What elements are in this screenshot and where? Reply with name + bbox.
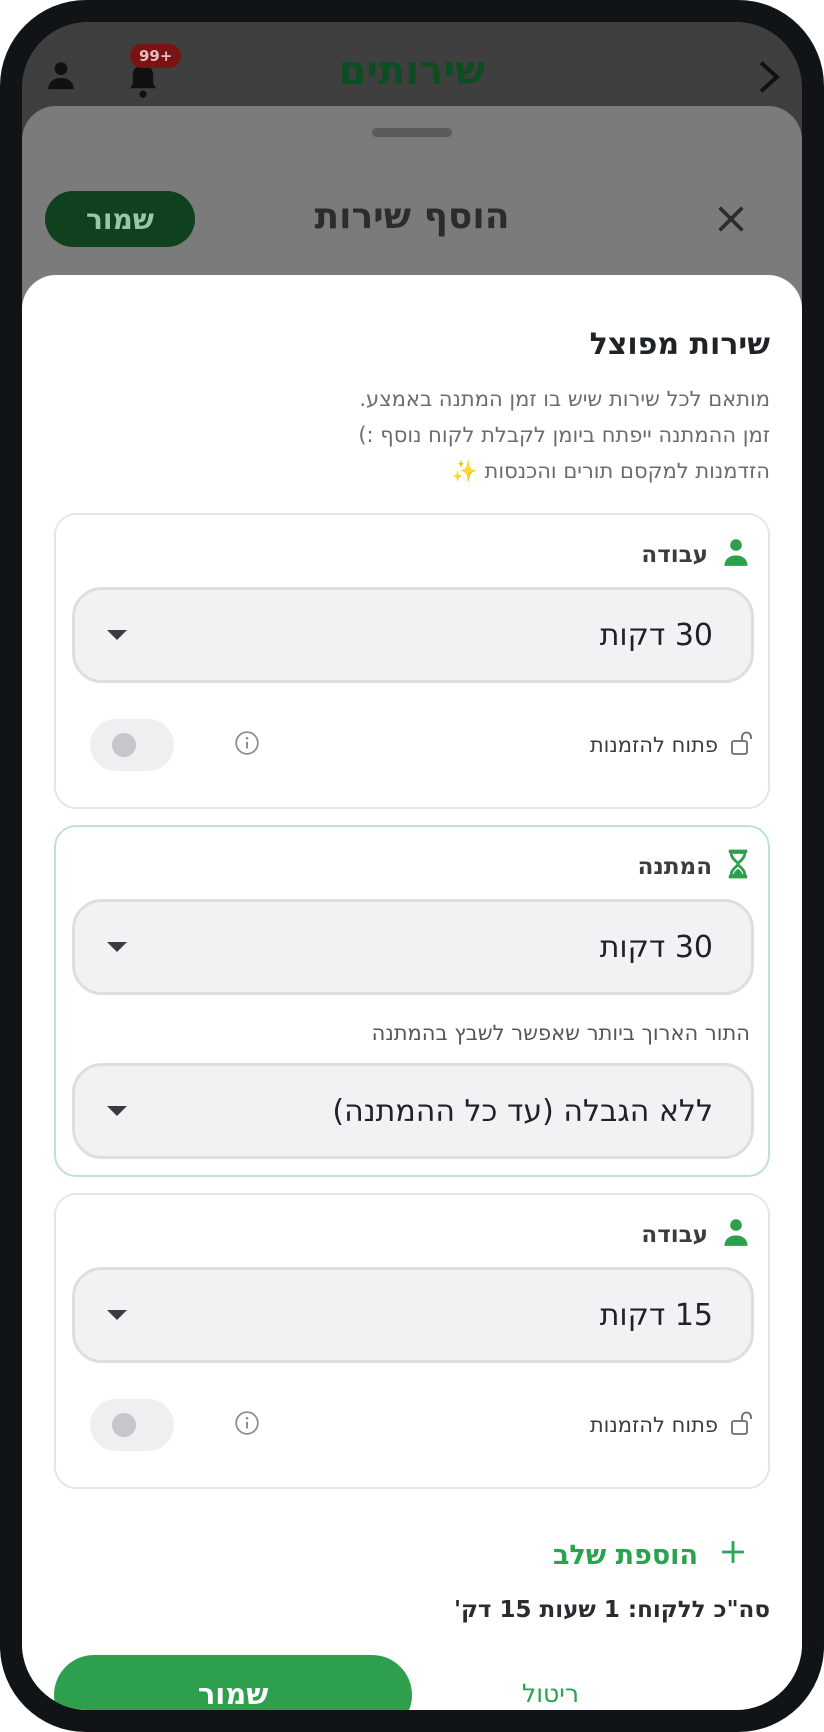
step-header: עבודה [641,1217,750,1253]
split-service-sheet: שירות מפוצל מותאם לכל שירות שיש בו זמן ה… [22,275,802,1710]
max-booking-select[interactable]: ללא הגבלה (עד כל ההמתנה) [72,1063,754,1159]
person-icon [722,1217,750,1253]
duration-select[interactable]: 15 דקות [72,1267,754,1363]
phone-frame: 99+ שירותים שמור הוסף שירות שירות מפוצל … [0,0,824,1732]
unlock-icon [730,1410,754,1441]
duration-value: 15 דקות [599,1297,713,1333]
open-for-booking-label: פתוח להזמנות [590,1410,754,1441]
chevron-down-icon [107,1310,127,1320]
open-for-booking-row: פתוח להזמנות [90,719,754,771]
total-duration: סה"כ ללקוח: 1 שעות 15 דק' [453,1597,770,1623]
open-label-text: פתוח להזמנות [589,1413,718,1437]
open-for-booking-toggle[interactable] [90,719,174,771]
chevron-down-icon [107,942,127,952]
add-step-label: הוספת שלב [552,1540,698,1571]
description-line: מותאם לכל שירות שיש בו זמן המתנה באמצע. [359,387,770,411]
open-label-text: פתוח להזמנות [589,733,718,757]
duration-value: 30 דקות [599,929,713,965]
duration-select[interactable]: 30 דקות [72,899,754,995]
step-header: עבודה [641,537,750,573]
chevron-down-icon [107,630,127,640]
save-button[interactable]: שמור [54,1655,412,1710]
plus-icon [720,1539,746,1572]
screen: 99+ שירותים שמור הוסף שירות שירות מפוצל … [22,22,802,1710]
step-type-label: המתנה [637,854,712,880]
unlock-icon [730,730,754,761]
split-service-description: מותאם לכל שירות שיש בו זמן המתנה באמצע. … [50,381,770,489]
chevron-down-icon [107,1106,127,1116]
person-icon [722,537,750,573]
description-line: הזדמנות למקסם תורים והכנסות ✨ [451,459,770,483]
max-booking-label: התור הארוך ביותר שאפשר לשבץ בהמתנה [371,1021,750,1045]
step-card-wait: המתנה 30 דקות התור הארוך ביותר שאפשר לשב… [54,825,770,1177]
duration-value: 30 דקות [599,617,713,653]
sheet-drag-handle[interactable] [372,128,452,137]
description-line: זמן ההמתנה ייפתח ביומן לקבלת לקוח נוסף :… [358,423,770,447]
open-for-booking-label: פתוח להזמנות [590,730,754,761]
info-icon[interactable] [234,1410,260,1440]
open-for-booking-toggle[interactable] [90,1399,174,1451]
chevron-right-icon[interactable] [754,58,784,100]
duration-select[interactable]: 30 דקות [72,587,754,683]
page-title: שירותים [338,48,486,94]
reset-button[interactable]: ריטול [522,1679,579,1708]
close-icon[interactable] [714,202,748,240]
sheet-title: הוסף שירות [314,196,510,237]
step-type-label: עבודה [641,542,708,568]
step-card-work-1: עבודה 30 דקות פתוח להזמנות [54,513,770,809]
info-icon[interactable] [234,730,260,760]
add-step-button[interactable]: הוספת שלב [553,1539,746,1572]
step-type-label: עבודה [641,1222,708,1248]
max-booking-value: ללא הגבלה (עד כל ההמתנה) [332,1093,713,1129]
open-for-booking-row: פתוח להזמנות [90,1399,754,1451]
hourglass-icon [726,849,750,885]
step-header: המתנה [638,849,750,885]
split-service-heading: שירות מפוצל [589,327,770,362]
step-card-work-2: עבודה 15 דקות פתוח להזמנות [54,1193,770,1489]
